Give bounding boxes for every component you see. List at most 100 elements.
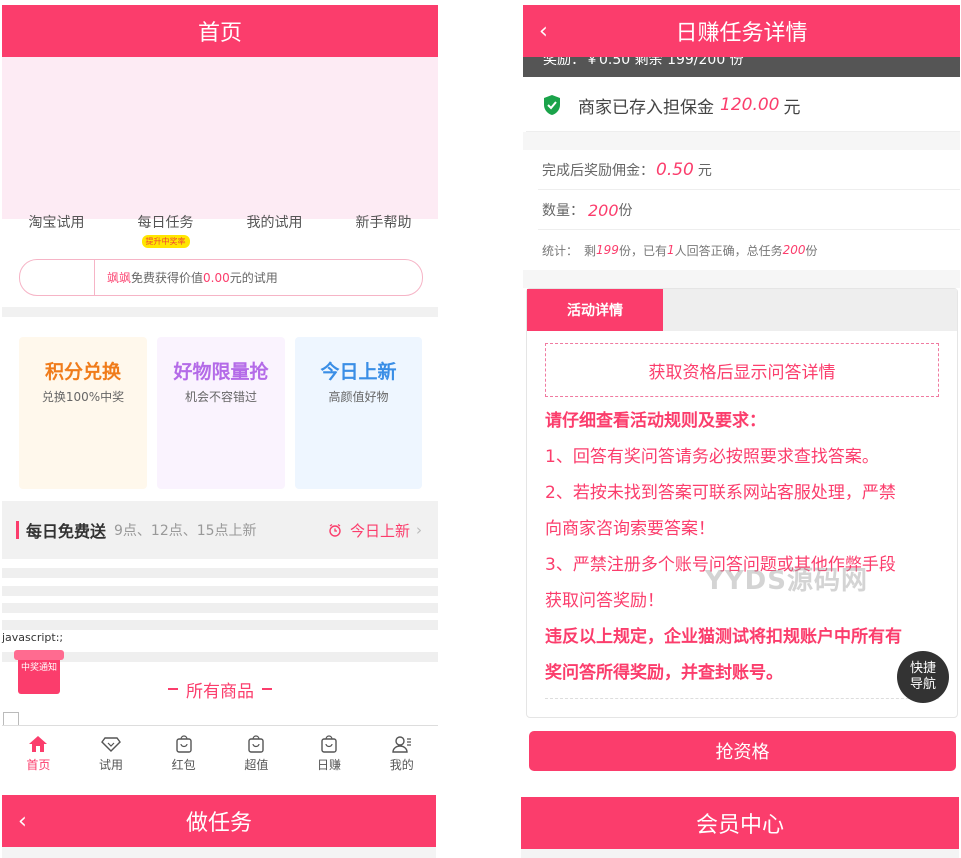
tab-label: 红包 — [171, 758, 196, 772]
stats-text: 份，已有 — [618, 243, 667, 258]
notice-username: 飒飒 — [107, 271, 132, 285]
tab-bar: 首页 试用 红包 超值 日赚 我的 — [2, 725, 438, 782]
notice-text-after: 元的试用 — [229, 271, 278, 285]
placeholder-line — [2, 568, 438, 578]
section-marker — [16, 521, 19, 539]
promo-subtitle: 兑换100%中奖 — [41, 390, 125, 404]
deposit-amount: 120.00 — [720, 95, 780, 115]
promo-points-exchange[interactable]: 积分兑换 兑换100%中奖 — [19, 337, 147, 489]
member-header: 会员中心 — [521, 797, 959, 849]
quick-nav-button[interactable]: 快捷 导航 — [897, 651, 949, 703]
notice-text-before: 免费获得价值 — [131, 271, 204, 285]
daily-free-bar: 每日免费送 9点、12点、15点上新 今日上新 › — [2, 501, 438, 559]
promo-new-today[interactable]: 今日上新 高颜值好物 — [295, 337, 422, 489]
user-icon — [391, 736, 411, 753]
bag-icon — [175, 735, 192, 753]
page-title: 会员中心 — [695, 813, 784, 838]
deposit-text: 商家已存入担保金 — [578, 97, 714, 118]
task-header: ‹ 做任务 — [2, 795, 436, 847]
quick-nav-my-trial[interactable]: 我的试用 — [225, 212, 325, 262]
all-goods-title: 所有商品 — [2, 676, 438, 702]
placeholder-line — [2, 620, 438, 630]
alarm-clock-icon — [329, 523, 341, 537]
stats-label: 统计： — [542, 243, 579, 258]
quick-nav-label: 淘宝试用 — [28, 215, 85, 231]
stats-total: 200 — [782, 243, 806, 257]
grab-button-label: 抢资格 — [715, 742, 770, 763]
commission-value: 0.50 — [656, 160, 694, 180]
quantity-label: 数量： — [542, 203, 584, 219]
stats-text: 人回答正确，总任务 — [674, 243, 783, 258]
tab-activity-detail[interactable]: 活动详情 — [527, 289, 663, 331]
tab-trial[interactable]: 试用 — [75, 726, 148, 782]
grab-qualification-button[interactable]: 抢资格 — [529, 731, 956, 771]
quick-nav-label: 我的试用 — [246, 215, 303, 231]
tab-label: 日赚 — [317, 758, 342, 772]
quick-nav: 淘宝试用 每日任务 提升中奖率 我的试用 新手帮助 — [2, 212, 438, 262]
tab-label: 试用 — [99, 758, 124, 772]
tab-value[interactable]: 超值 — [220, 726, 293, 782]
banner[interactable] — [2, 57, 438, 219]
placeholder-line — [2, 652, 438, 662]
placeholder-line — [2, 603, 438, 613]
quick-nav-daily-task[interactable]: 每日任务 提升中奖率 — [116, 212, 216, 262]
promo-subtitle: 机会不容错过 — [184, 390, 257, 404]
commission-label: 完成后奖励佣金： — [542, 163, 654, 179]
js-link-text: javascript:; — [2, 631, 64, 644]
divider — [523, 270, 960, 288]
quick-nav-taobao[interactable]: 淘宝试用 — [7, 212, 107, 262]
divider — [523, 132, 960, 150]
back-arrow-icon[interactable]: ‹ — [539, 5, 548, 57]
commission-unit: 元 — [697, 163, 712, 179]
divider — [538, 229, 960, 230]
tab-home[interactable]: 首页 — [2, 726, 75, 782]
diamond-icon — [101, 737, 121, 752]
page-title: 做任务 — [185, 811, 252, 836]
tab-strip: 活动详情 — [527, 289, 957, 331]
daily-schedule: 9点、12点、15点上新 — [114, 523, 257, 539]
rules-block: 请仔细查看活动规则及要求： 1、回答有奖问答请务必按照要求查找答案。 2、若按未… — [527, 397, 957, 691]
promo-title: 积分兑换 — [44, 361, 121, 383]
promo-title: 好物限量抢 — [173, 361, 269, 383]
quick-nav-text: 快捷 — [909, 661, 936, 676]
home-icon — [29, 736, 48, 752]
quick-nav-text: 导航 — [909, 677, 936, 692]
activity-detail-card: 活动详情 获取资格后显示问答详情 请仔细查看活动规则及要求： 1、回答有奖问答请… — [526, 288, 958, 718]
quick-nav-help[interactable]: 新手帮助 — [334, 212, 434, 262]
daily-title: 每日免费送 — [26, 522, 107, 541]
new-today-label: 今日上新 — [349, 521, 410, 540]
qa-placeholder-text: 获取资格后显示问答详情 — [648, 362, 836, 383]
tab-red-packet[interactable]: 红包 — [147, 726, 220, 782]
tab-label: 超值 — [244, 758, 269, 772]
content-edge — [521, 849, 959, 858]
quantity-row: 数量： 200 份 — [542, 192, 960, 228]
promo-limited-grab[interactable]: 好物限量抢 机会不容错过 — [157, 337, 285, 489]
content-edge — [2, 847, 436, 858]
home-header: 首页 — [2, 5, 438, 57]
quantity-unit: 份 — [618, 203, 633, 219]
page-title: 首页 — [197, 21, 242, 46]
divider — [2, 307, 438, 317]
divider — [538, 189, 960, 190]
placeholder-line — [2, 586, 438, 596]
commission-row: 完成后奖励佣金： 0.50 元 — [542, 152, 960, 188]
stats-text: 份 — [805, 243, 818, 258]
new-today-link[interactable]: 今日上新 › — [328, 520, 422, 541]
quantity-value: 200 — [588, 200, 619, 220]
all-goods-label: 所有商品 — [186, 681, 254, 702]
deposit-unit: 元 — [783, 97, 801, 118]
rule-line: 向商家咨询索要答案！ — [545, 519, 715, 539]
rule-warning-line: 奖问答所得奖励，并查封账号。 — [545, 663, 783, 683]
rules-heading: 请仔细查看活动规则及要求： — [545, 411, 766, 431]
notice-avatar-area — [20, 260, 95, 295]
winner-notice[interactable]: 飒飒免费获得价值0.00元的试用 — [19, 259, 423, 296]
tab-daily-earn[interactable]: 日赚 — [293, 726, 366, 782]
divider — [545, 698, 939, 699]
reward-strip: 奖励：￥0.50 剩余 199/200 份 — [523, 57, 960, 77]
bag-icon — [248, 735, 265, 753]
detail-header: ‹ 日赚任务详情 — [523, 5, 960, 57]
tab-mine[interactable]: 我的 — [365, 726, 438, 782]
back-arrow-icon[interactable]: ‹ — [18, 795, 27, 847]
tab-label: 活动详情 — [567, 303, 623, 319]
notice-text: 飒飒免费获得价值0.00元的试用 — [95, 269, 278, 286]
